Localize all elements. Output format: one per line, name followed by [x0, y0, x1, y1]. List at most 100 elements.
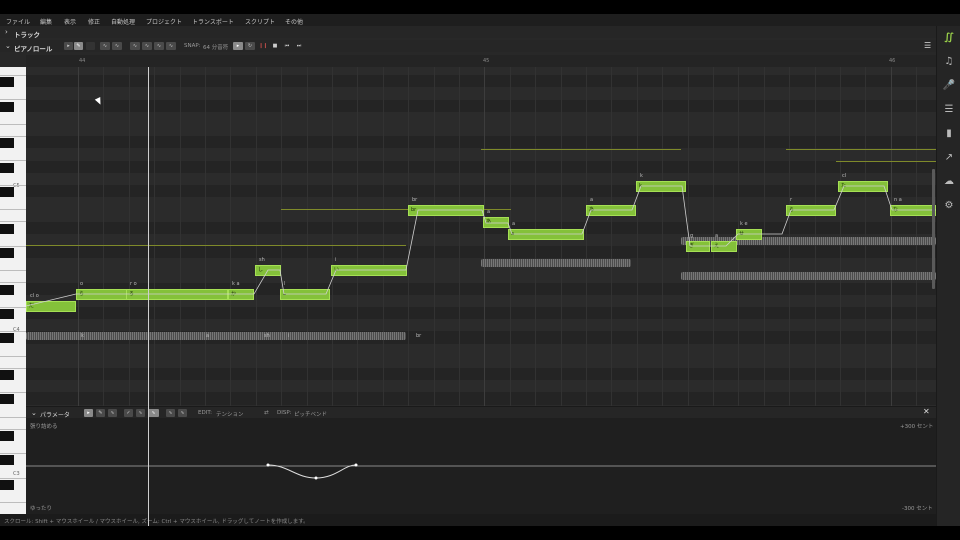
- parameter-editor[interactable]: 張り詰める ゆったり +300 セント -300 セント: [26, 418, 936, 514]
- param-select-button[interactable]: ▸: [84, 409, 93, 417]
- chevron-down-icon[interactable]: ⌄: [5, 42, 11, 50]
- vertical-scrollbar[interactable]: [932, 169, 935, 289]
- rewind-button[interactable]: ⏮: [283, 42, 291, 50]
- vibrato-tool-button[interactable]: ∿: [112, 42, 122, 50]
- pianoroll-grid[interactable]: cl oだoらr oろk a か sh し l Li い br br a あ a a a あ k k g ぎ a え k …: [26, 67, 936, 406]
- curve-a-button[interactable]: ∿: [130, 42, 140, 50]
- curve-c-button[interactable]: ∿: [154, 42, 164, 50]
- library-icon[interactable]: ☰: [941, 102, 957, 118]
- menu-transport[interactable]: トランスポート: [192, 17, 234, 26]
- menu-other[interactable]: その他: [285, 17, 303, 26]
- playhead[interactable]: [148, 67, 149, 526]
- white-key-divider: [0, 428, 26, 430]
- cloud-icon[interactable]: ☁: [941, 174, 957, 190]
- param-c-button[interactable]: ∿: [148, 409, 159, 417]
- microphone-icon[interactable]: 🎤: [941, 78, 957, 94]
- param-pen-button[interactable]: ✎: [96, 409, 105, 417]
- pause-button[interactable]: ❙❙: [259, 42, 267, 50]
- snap-select[interactable]: 64 分音符: [203, 43, 228, 51]
- menu-view[interactable]: 表示: [64, 17, 76, 26]
- black-key[interactable]: [0, 431, 14, 441]
- black-key[interactable]: [0, 223, 14, 234]
- disp-select[interactable]: ピッチベンド: [294, 410, 327, 418]
- select-tool-button[interactable]: ▸: [64, 42, 73, 50]
- white-key-divider: [0, 245, 26, 247]
- white-key-divider: [0, 355, 26, 357]
- snap-label: SNAP:: [184, 43, 201, 49]
- stop-button[interactable]: ■: [271, 42, 279, 50]
- menu-modify[interactable]: 修正: [88, 17, 100, 26]
- white-key-divider: [0, 123, 26, 125]
- right-sidebar: ∬ ♫ 🎤 ☰ ▮ ↗ ☁ ⚙: [936, 26, 960, 526]
- black-key[interactable]: [0, 309, 14, 319]
- black-key[interactable]: [0, 370, 14, 380]
- piano-keyboard[interactable]: C5 C4 C3: [0, 67, 26, 526]
- black-key[interactable]: [0, 187, 14, 197]
- follow-button[interactable]: ▸: [233, 42, 243, 50]
- white-key-divider: [0, 502, 26, 503]
- white-key-divider: [0, 160, 26, 162]
- menu-icon[interactable]: ☰: [924, 41, 931, 50]
- black-key[interactable]: [0, 284, 14, 295]
- export-icon[interactable]: ↗: [941, 150, 957, 166]
- black-key[interactable]: [0, 138, 14, 149]
- close-icon[interactable]: ✕: [923, 407, 930, 416]
- white-key-divider: [0, 282, 26, 284]
- param-b-button[interactable]: ∿: [136, 409, 145, 417]
- curve-b-button[interactable]: ∿: [142, 42, 152, 50]
- menubar: ファイル 編集 表示 修正 自動処理 プロジェクト トランスポート スクリプト …: [0, 14, 960, 26]
- edit-label: EDIT:: [198, 410, 212, 416]
- white-key-divider: [0, 136, 26, 137]
- param-a-button[interactable]: ✓: [124, 409, 133, 417]
- black-key[interactable]: [0, 101, 14, 112]
- pitch-tool-button[interactable]: ∿: [100, 42, 110, 50]
- disp-label: DISP:: [277, 410, 292, 416]
- white-key-divider: [0, 453, 26, 455]
- curve-d-button[interactable]: ∿: [166, 42, 176, 50]
- white-key-divider: [0, 99, 26, 101]
- param-e-button[interactable]: ∿: [178, 409, 187, 417]
- black-key[interactable]: [0, 394, 14, 405]
- black-key[interactable]: [0, 479, 14, 490]
- white-key-divider: [0, 416, 26, 418]
- black-key[interactable]: [0, 455, 14, 466]
- menu-script[interactable]: スクリプト: [245, 17, 275, 26]
- loop-button[interactable]: ↻: [245, 42, 255, 50]
- white-key-divider: [0, 75, 26, 76]
- forward-button[interactable]: ⏭: [295, 42, 303, 50]
- black-key[interactable]: [0, 77, 14, 88]
- parameter-panel-header: ⌄ パラメータ ▸ ✎ ∿ ✓ ∿ ∿ ∿ ∿ EDIT: テンション ⇄ DI…: [26, 406, 936, 419]
- timeline-ruler[interactable]: 44 45 46: [26, 55, 936, 67]
- pianoroll-header: ⌄ ピアノロール ▸ ✎ ∿ ∿ ∿ ∿ ∿ ∿ SNAP: 64 分音符 ▸ …: [0, 40, 936, 53]
- white-key-divider: [0, 221, 26, 223]
- pitch-curve[interactable]: [26, 67, 936, 406]
- black-key[interactable]: [0, 248, 14, 258]
- black-key[interactable]: [0, 162, 14, 173]
- black-key[interactable]: [0, 333, 14, 344]
- gear-icon[interactable]: ⚙: [941, 198, 957, 214]
- menu-project[interactable]: プロジェクト: [146, 17, 182, 26]
- status-bar: スクロール: Shift + マウスホイール / マウスホイール, ズーム: C…: [0, 514, 936, 526]
- param-d-button[interactable]: ∿: [166, 409, 175, 417]
- menu-edit[interactable]: 編集: [40, 17, 52, 26]
- pen-tool-button[interactable]: ✎: [74, 42, 83, 50]
- white-key-divider: [0, 367, 26, 369]
- chevron-right-icon[interactable]: ›: [5, 28, 8, 36]
- key-label-c3: C3: [13, 471, 20, 477]
- white-key-divider: [0, 184, 26, 186]
- swap-icon[interactable]: ⇄: [264, 410, 269, 416]
- chevron-down-icon[interactable]: ⌄: [31, 409, 37, 417]
- music-note-icon[interactable]: ♫: [941, 54, 957, 70]
- param-line-button[interactable]: ∿: [108, 409, 117, 417]
- eraser-tool-button[interactable]: [86, 42, 95, 50]
- app-logo-icon[interactable]: ∬: [941, 30, 957, 46]
- book-icon[interactable]: ▮: [941, 126, 957, 142]
- track-panel-title: トラック: [14, 31, 40, 39]
- app-window: ファイル 編集 表示 修正 自動処理 プロジェクト トランスポート スクリプト …: [0, 14, 960, 526]
- menu-auto[interactable]: 自動処理: [111, 17, 135, 26]
- tension-curve[interactable]: [26, 418, 936, 514]
- edit-select[interactable]: テンション: [216, 410, 244, 418]
- track-panel-header[interactable]: › トラック: [0, 26, 936, 39]
- white-key-divider: [0, 306, 26, 308]
- menu-file[interactable]: ファイル: [6, 17, 30, 26]
